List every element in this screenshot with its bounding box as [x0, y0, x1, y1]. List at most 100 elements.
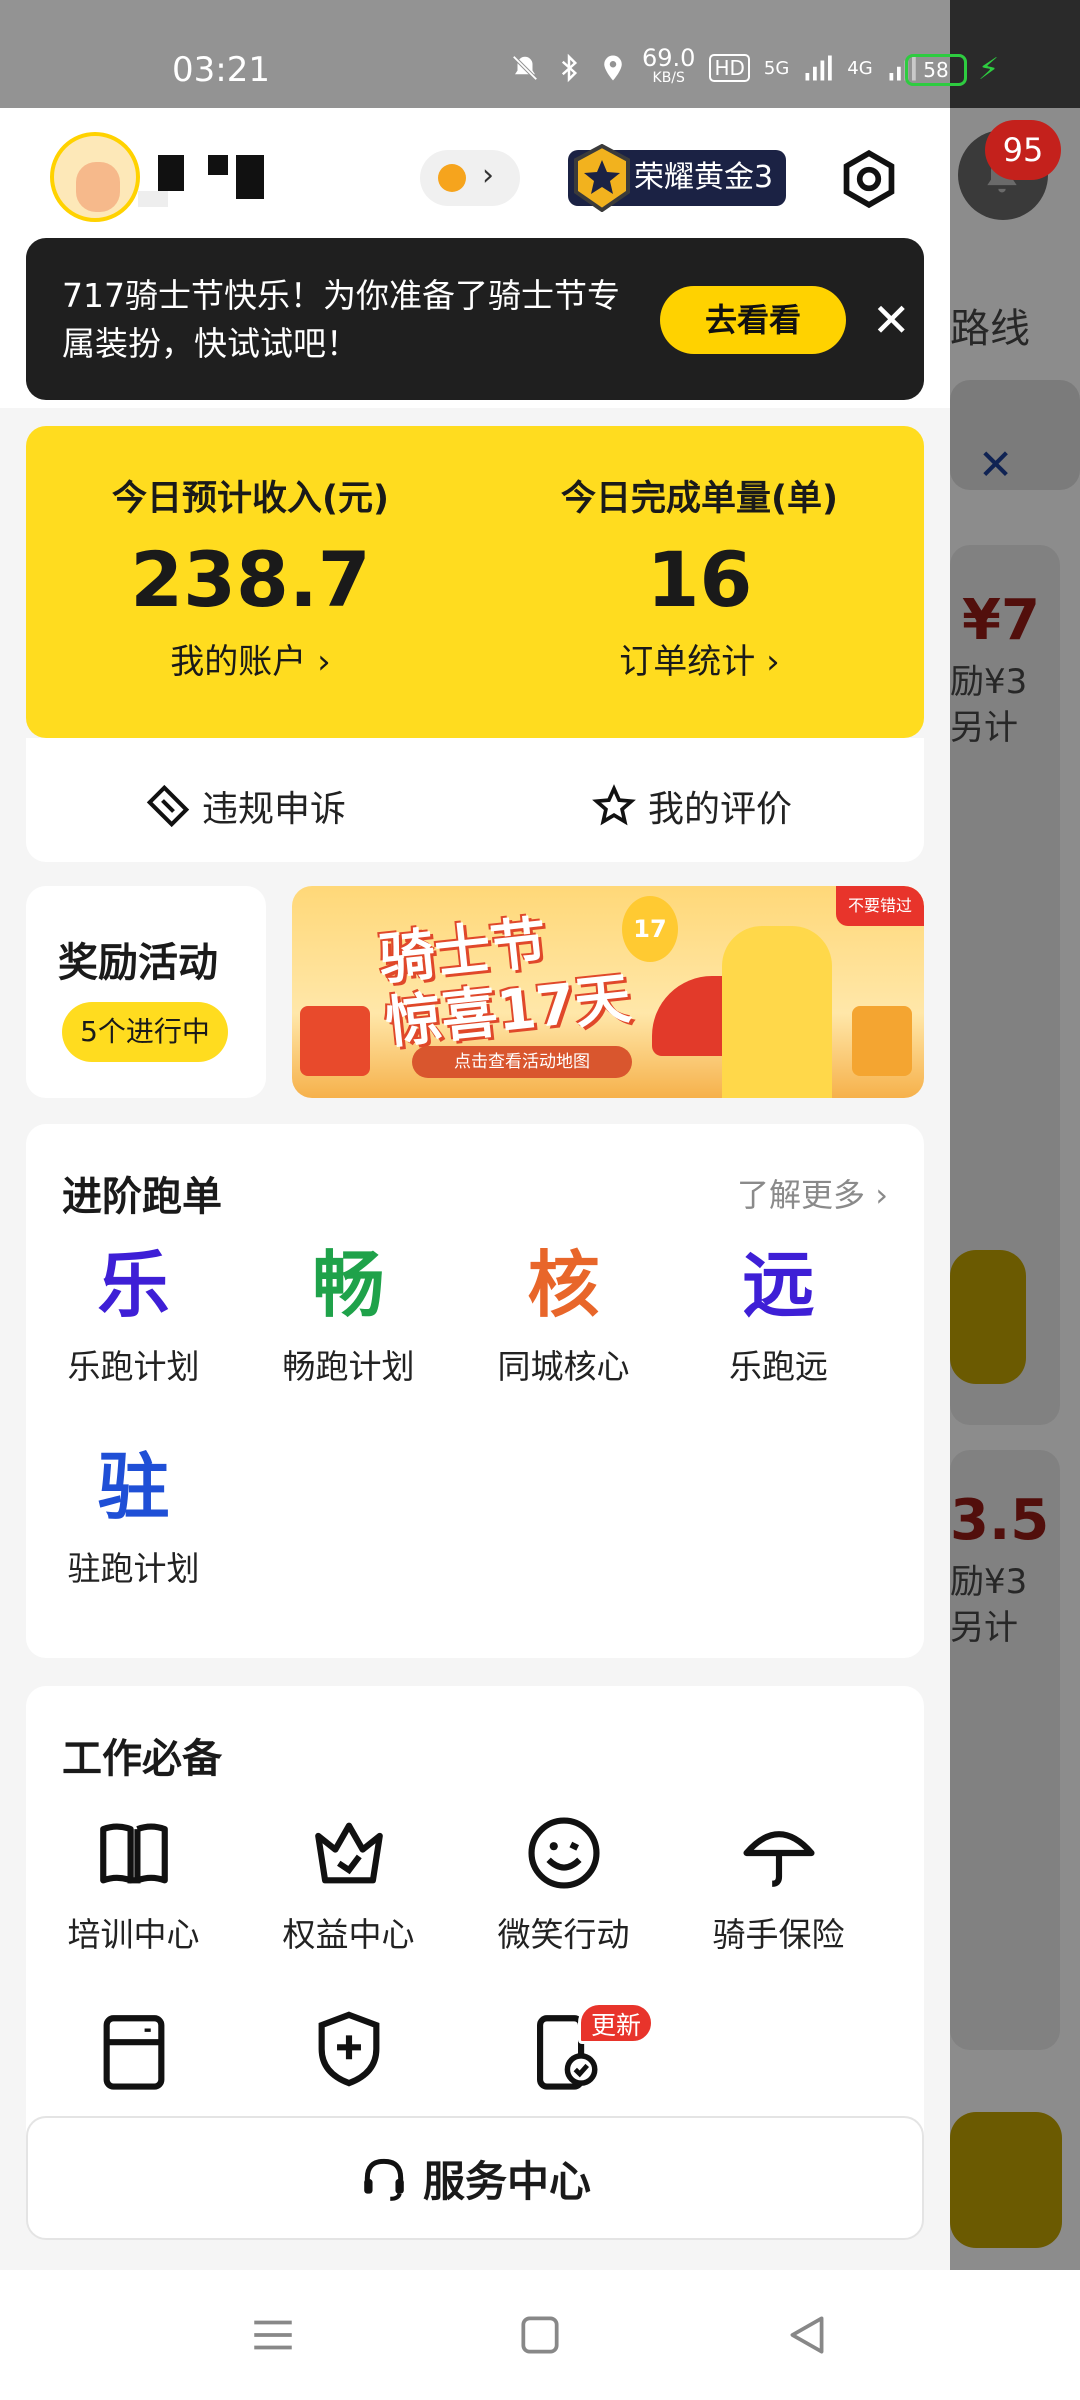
appeal-button[interactable]: 违规申诉: [146, 780, 346, 832]
book-icon: [99, 1823, 168, 1884]
rating-button[interactable]: 我的评价: [592, 780, 792, 832]
orders-stat[interactable]: 今日完成单量(单) 16 订单统计 ›: [475, 470, 924, 683]
system-nav-bar: [0, 2270, 1080, 2400]
work-item[interactable]: 微笑行动: [456, 1812, 671, 1956]
work-item[interactable]: [241, 2008, 456, 2094]
star-icon: [592, 784, 636, 826]
avatar-face: [76, 162, 120, 212]
menu-icon[interactable]: [248, 2310, 298, 2360]
hd-badge: HD: [709, 54, 750, 82]
coin-icon: [438, 164, 466, 192]
plan-item[interactable]: 畅 畅跑计划: [241, 1240, 456, 1388]
location-icon: [604, 55, 622, 81]
work-item[interactable]: 权益中心: [241, 1812, 456, 1956]
plan-glyph: 远: [742, 1243, 815, 1327]
work-item[interactable]: 培训中心: [26, 1812, 241, 1956]
close-icon[interactable]: ✕: [872, 290, 911, 350]
battery-indicator: 58: [905, 54, 967, 86]
advanced-title: 进阶跑单: [62, 1174, 222, 1220]
mosaic-block: [208, 155, 228, 175]
crown-icon: [314, 1822, 383, 1884]
mosaic-block: [158, 155, 184, 191]
mosaic-block: [236, 155, 264, 199]
plan-label: 乐跑计划: [67, 1347, 200, 1386]
reward-activities-card[interactable]: 奖励活动 5个进行中: [26, 886, 266, 1098]
status-time: 03:21: [172, 50, 270, 90]
income-value: 238.7: [130, 535, 371, 624]
ongoing-pill: 5个进行中: [62, 1002, 228, 1062]
network-speed-value: 69.0: [642, 44, 696, 72]
gift-graphic: [300, 1006, 370, 1076]
scrim-overlay[interactable]: [950, 0, 1080, 2270]
signal-5g: 5G: [763, 57, 790, 79]
update-badge: 更新: [578, 2002, 654, 2044]
smile-icon: [527, 1817, 600, 1889]
plan-glyph: 乐: [97, 1243, 170, 1327]
plan-item[interactable]: 乐 乐跑计划: [26, 1240, 241, 1388]
work-item[interactable]: 骑手保险: [671, 1812, 886, 1956]
learn-more-link[interactable]: 了解更多 ›: [737, 1170, 888, 1216]
notification-count-badge: 95: [985, 120, 1061, 180]
plan-item[interactable]: 核 同城核心: [456, 1240, 671, 1388]
locker-icon: [103, 2015, 164, 2090]
settings-icon[interactable]: [838, 148, 900, 210]
mosaic-block: [138, 191, 168, 207]
work-item[interactable]: [26, 2008, 241, 2094]
plan-glyph: 畅: [312, 1243, 385, 1327]
status-icons: 69.0 KB/S HD 5G 4G: [510, 44, 917, 88]
my-account-link[interactable]: 我的账户 ›: [26, 634, 475, 683]
gift-graphic: [852, 1006, 912, 1076]
plan-label: 畅跑计划: [282, 1347, 415, 1386]
headset-icon: [364, 2158, 404, 2201]
coin-entry[interactable]: ›: [420, 150, 520, 206]
avatar[interactable]: [50, 132, 140, 222]
today-stats-card: 今日预计收入(元) 238.7 我的账户 › 今日完成单量(单) 16 订单统计…: [26, 426, 924, 738]
signal-4g: 4G: [847, 57, 873, 79]
rank-label: 荣耀黄金3: [634, 160, 774, 195]
home-icon[interactable]: [515, 2310, 565, 2360]
username-redacted: [138, 155, 268, 210]
bg-status-bar: [950, 0, 1080, 108]
bluetooth-icon: [561, 53, 578, 83]
plan-label: 驻跑计划: [67, 1549, 200, 1588]
chevron-right-icon: ›: [482, 158, 494, 193]
appeal-label: 违规申诉: [202, 789, 347, 830]
side-drawer: › 荣耀黄金3 717骑士节快乐！为你准备了骑士节专属装扮，快试试吧！ 去看看 …: [0, 0, 950, 2270]
plan-glyph: 核: [527, 1243, 600, 1327]
rank-star-icon: [574, 144, 630, 212]
screen: ✕ 路线 ¥7 励¥3 另计 3.5 励¥3 另计 95 › 荣耀黄金3 717…: [0, 0, 1080, 2400]
signal-bars-icon: [805, 55, 833, 81]
advanced-orders-card: 进阶跑单 了解更多 › 乐 乐跑计划 畅 畅跑计划 核 同城核心 远 乐跑远 驻…: [26, 1124, 924, 1658]
notice-text: 717骑士节快乐！为你准备了骑士节专属装扮，快试试吧！: [62, 276, 620, 363]
balloon-graphic: 17: [622, 896, 678, 962]
service-center-button[interactable]: 服务中心: [26, 2116, 924, 2240]
service-center-label: 服务中心: [422, 2156, 591, 2206]
go-see-button[interactable]: 去看看: [660, 286, 846, 354]
work-label: 权益中心: [282, 1915, 415, 1954]
plan-item[interactable]: 驻 驻跑计划: [26, 1442, 241, 1590]
plan-label: 同城核心: [497, 1347, 630, 1386]
promo-subtitle: 点击查看活动地图: [412, 1046, 632, 1078]
income-label: 今日预计收入(元): [112, 479, 389, 519]
plan-glyph: 驻: [97, 1445, 170, 1529]
promo-banner[interactable]: 骑士节 惊喜17天 点击查看活动地图 17 不要错过: [292, 886, 924, 1098]
reward-title: 奖励活动: [58, 940, 218, 986]
mute-bell-icon: [512, 55, 538, 81]
rating-label: 我的评价: [648, 789, 793, 830]
income-stat[interactable]: 今日预计收入(元) 238.7 我的账户 ›: [26, 470, 475, 683]
notice-banner: 717骑士节快乐！为你准备了骑士节专属装扮，快试试吧！ 去看看 ✕: [26, 238, 924, 400]
umbrella-icon: [742, 1831, 815, 1887]
back-icon[interactable]: [782, 2310, 832, 2360]
work-label: 培训中心: [67, 1915, 200, 1954]
shield-plus-icon: [318, 2011, 379, 2087]
work-title: 工作必备: [62, 1736, 222, 1782]
rider-illustration: [722, 926, 832, 1098]
order-stats-link[interactable]: 订单统计 ›: [475, 634, 924, 683]
appeal-icon: [146, 784, 190, 828]
work-label: 骑手保险: [712, 1915, 845, 1954]
plan-item[interactable]: 远 乐跑远: [671, 1240, 886, 1388]
charging-icon: ⚡: [978, 52, 1000, 87]
network-speed: 69.0 KB/S: [642, 44, 696, 88]
work-label: 微笑行动: [497, 1915, 630, 1954]
rank-badge[interactable]: 荣耀黄金3: [568, 144, 786, 212]
